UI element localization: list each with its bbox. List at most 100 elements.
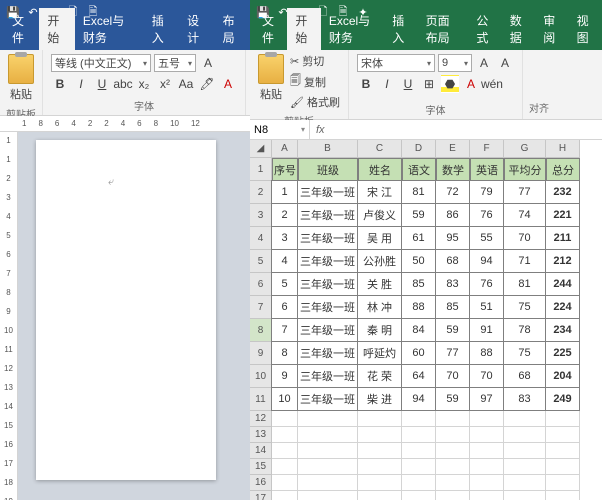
cell[interactable]: 83 [435,272,470,296]
cell[interactable] [272,459,298,475]
cell[interactable]: 68 [503,364,546,388]
cell[interactable] [546,427,580,443]
cell[interactable]: 59 [401,203,436,227]
grow-font-button[interactable]: A [475,54,493,72]
cell[interactable]: 212 [545,249,580,273]
cell[interactable]: 9 [271,364,298,388]
cell[interactable] [470,411,504,427]
cell[interactable] [546,411,580,427]
cell[interactable]: 2 [271,203,298,227]
cell[interactable] [272,475,298,491]
row-header-8[interactable]: 8 [250,319,272,342]
cell[interactable]: 三年级一班 [297,180,358,204]
cell[interactable] [358,411,402,427]
cell[interactable] [298,443,358,459]
cell[interactable]: 卢俊义 [357,203,402,227]
cell[interactable]: 244 [545,272,580,296]
cell[interactable] [470,427,504,443]
cell[interactable]: 224 [545,295,580,319]
cell[interactable] [298,475,358,491]
cell[interactable] [436,459,470,475]
cell[interactable] [358,427,402,443]
col-header-A[interactable]: A [272,140,298,158]
row-header-15[interactable]: 15 [250,459,272,475]
cell[interactable]: 221 [545,203,580,227]
tab-home[interactable]: 开始 [39,8,74,50]
cell[interactable]: 1 [271,180,298,204]
bold-button[interactable]: B [51,75,69,93]
cell[interactable]: 81 [401,180,436,204]
cell[interactable] [402,443,436,459]
underline-button[interactable]: U [399,75,417,93]
format-painter-button[interactable]: 🖌格式刷 [288,93,342,111]
cell[interactable] [504,411,546,427]
tab-formulas[interactable]: 公式 [468,8,501,50]
cell[interactable]: 50 [401,249,436,273]
cell[interactable]: 75 [503,295,546,319]
font-name-select[interactable]: 宋体▾ [357,54,435,72]
cell[interactable]: 75 [503,341,546,365]
row-header-7[interactable]: 7 [250,296,272,319]
cell[interactable]: 关 胜 [357,272,402,296]
underline-button[interactable]: U [93,75,111,93]
cell[interactable] [504,475,546,491]
cell[interactable]: 88 [401,295,436,319]
sheet-area[interactable]: ◢ABCDEFGH1序号班级姓名语文数学英语平均分总分21三年级一班宋 江817… [250,140,602,500]
cell[interactable] [470,475,504,491]
cell[interactable] [272,427,298,443]
cut-button[interactable]: ✂剪切 [288,52,342,70]
tab-design[interactable]: 设计 [179,8,214,50]
cell[interactable] [546,459,580,475]
cell[interactable]: 249 [545,387,580,411]
cell[interactable] [358,475,402,491]
tab-home[interactable]: 开始 [287,8,320,50]
cell[interactable]: 三年级一班 [297,387,358,411]
row-header-14[interactable]: 14 [250,443,272,459]
border-button[interactable]: ⊞ [420,75,438,93]
col-header-G[interactable]: G [504,140,546,158]
subscript-button[interactable]: x₂ [135,75,153,93]
cell[interactable] [402,475,436,491]
grow-font-button[interactable]: A [199,54,217,72]
cell[interactable]: 204 [545,364,580,388]
col-header-H[interactable]: H [546,140,580,158]
cell[interactable]: 211 [545,226,580,250]
tab-file[interactable]: 文件 [254,8,287,50]
col-header-C[interactable]: C [358,140,402,158]
cell[interactable] [402,411,436,427]
font-name-select[interactable]: 等线 (中文正文)▾ [51,54,151,72]
cell[interactable]: 公孙胜 [357,249,402,273]
cell[interactable]: 60 [401,341,436,365]
cell[interactable]: 5 [271,272,298,296]
copy-button[interactable]: 🗐复制 [288,71,342,92]
cell[interactable]: 225 [545,341,580,365]
cell[interactable] [298,427,358,443]
shrink-font-button[interactable]: A [496,54,514,72]
cell[interactable]: 三年级一班 [297,364,358,388]
paste-button[interactable]: 粘贴 [256,52,286,111]
cell[interactable]: 4 [271,249,298,273]
cell[interactable] [298,491,358,500]
cell[interactable] [358,491,402,500]
cell[interactable]: 79 [469,180,504,204]
cell[interactable] [358,459,402,475]
cell[interactable]: 234 [545,318,580,342]
cell[interactable] [436,491,470,500]
italic-button[interactable]: I [378,75,396,93]
cell[interactable]: 三年级一班 [297,203,358,227]
cell[interactable] [470,491,504,500]
tab-page-layout[interactable]: 页面布局 [418,8,469,50]
cell[interactable] [402,459,436,475]
cell[interactable]: 81 [503,272,546,296]
tab-view[interactable]: 视图 [569,8,602,50]
cell[interactable]: 10 [271,387,298,411]
formula-input[interactable] [331,120,602,139]
cell[interactable]: 秦 明 [357,318,402,342]
tab-excel-finance[interactable]: Excel与财务 [321,8,384,50]
row-header-3[interactable]: 3 [250,204,272,227]
cell[interactable] [298,459,358,475]
cell[interactable]: 3 [271,226,298,250]
col-header-B[interactable]: B [298,140,358,158]
font-color-button[interactable]: A [219,75,237,93]
cell[interactable] [402,491,436,500]
